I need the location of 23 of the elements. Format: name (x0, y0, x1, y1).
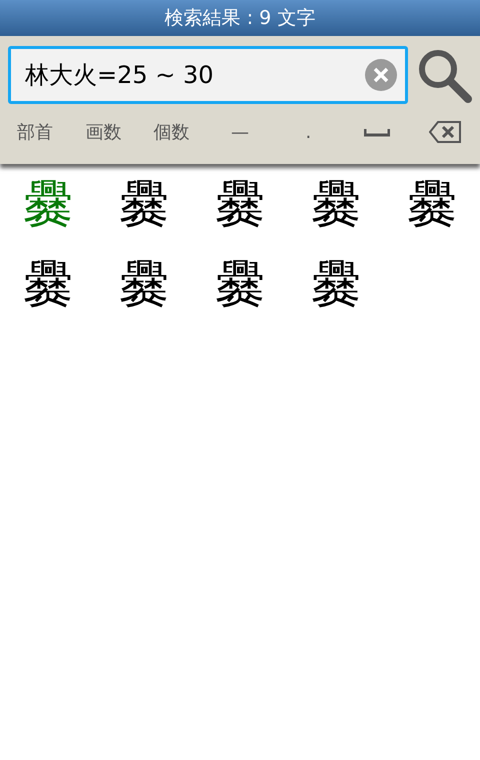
search-button[interactable] (416, 47, 472, 103)
toolbar-key[interactable]: . (283, 112, 334, 152)
toolbar-key[interactable]: 画数 (78, 112, 128, 152)
toolbar-key[interactable]: 個数 (146, 112, 197, 152)
kanji-result[interactable]: 爨 (23, 252, 73, 316)
kanji-result[interactable]: 爨 (23, 172, 73, 236)
kanji-result[interactable]: 爨 (119, 172, 169, 236)
kanji-result[interactable]: 爨 (215, 172, 265, 236)
search-box[interactable]: 林大火=25 ~ 30 (8, 46, 408, 104)
clear-button[interactable] (365, 59, 397, 91)
toolbar-key[interactable]: 部首 (10, 112, 60, 152)
close-icon (373, 67, 389, 83)
search-icon (416, 47, 472, 103)
toolbar-key[interactable]: — (214, 112, 265, 152)
kanji-result[interactable]: 爨 (215, 252, 265, 316)
window-title: 検索結果 : 9 文字 (164, 6, 316, 31)
kanji-result[interactable]: 爨 (119, 252, 169, 316)
search-field[interactable]: 林大火=25 ~ 30 (25, 57, 365, 93)
kanji-result[interactable]: 爨 (311, 252, 361, 316)
backspace-icon (428, 121, 461, 143)
kanji-result[interactable]: 爨 (311, 172, 361, 236)
kanji-result[interactable]: 爨 (407, 172, 457, 236)
space-icon (364, 127, 390, 137)
